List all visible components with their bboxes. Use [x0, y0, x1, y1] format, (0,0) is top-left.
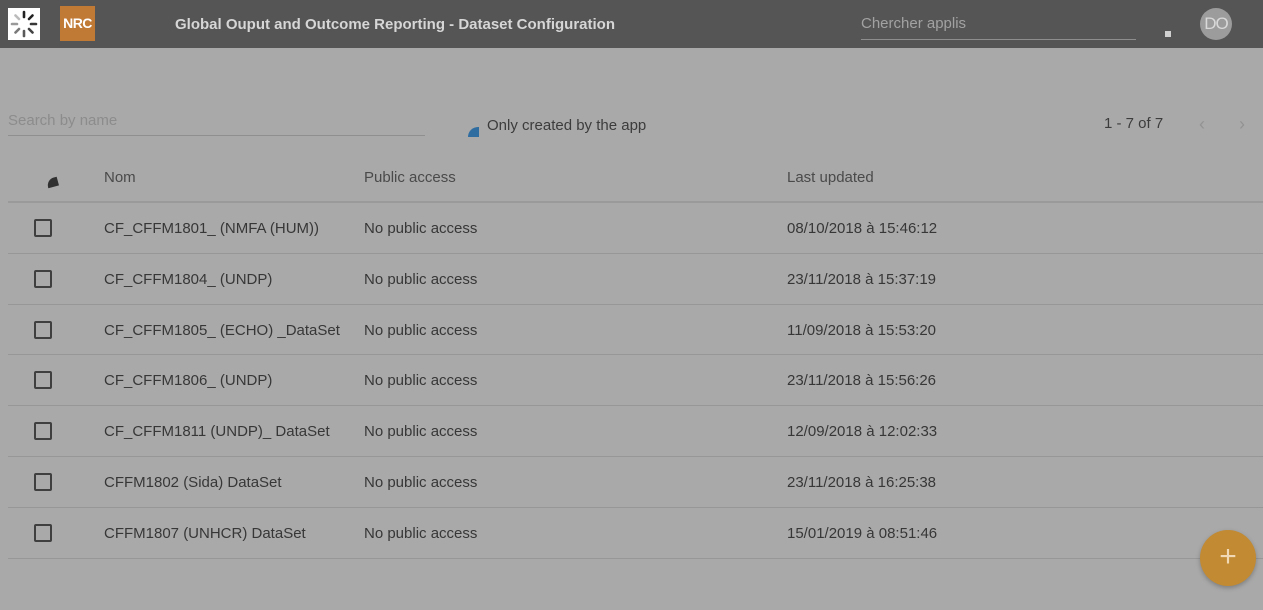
add-dataset-button[interactable]: +: [1200, 530, 1256, 586]
table-row[interactable]: CF_CFFM1804_ (UNDP) No public access 23/…: [8, 254, 1263, 305]
row-checkbox[interactable]: [34, 320, 52, 339]
search-by-name-input[interactable]: [8, 106, 425, 136]
dataset-table: Nom Public access Last updated CF_CFFM18…: [8, 160, 1263, 559]
add-icon: +: [1219, 540, 1237, 573]
cell-last-updated: 23/11/2018 à 16:25:38: [787, 473, 937, 491]
cell-last-updated: 23/11/2018 à 15:56:26: [787, 372, 937, 390]
cell-name: CFFM1807 (UNHCR) DataSet: [104, 524, 306, 542]
table-row[interactable]: CF_CFFM1806_ (UNDP) No public access 23/…: [8, 355, 1263, 407]
cell-name: CF_CFFM1811 (UNDP)_ DataSet: [104, 423, 330, 441]
cell-name: CFFM1802 (Sida) DataSet: [104, 473, 282, 491]
toggle-icon[interactable]: [468, 127, 479, 137]
cell-public-access: No public access: [364, 270, 478, 288]
chevron-right-icon[interactable]: ›: [1233, 114, 1251, 134]
nrc-logo[interactable]: NRC: [60, 6, 95, 41]
table-row[interactable]: CFFM1807 (UNHCR) DataSet No public acces…: [8, 508, 1263, 559]
cell-name: CF_CFFM1801_ (NMFA (HUM)): [104, 220, 320, 237]
cell-last-updated: 23/11/2018 à 15:37:19: [787, 270, 937, 288]
cell-name: CF_CFFM1805_ (ECHO) _DataSet: [104, 321, 340, 339]
cell-public-access: No public access: [364, 220, 478, 237]
table-row[interactable]: CF_CFFM1801_ (NMFA (HUM)) No public acce…: [8, 203, 1263, 254]
cell-last-updated: 11/09/2018 à 15:53:20: [787, 321, 937, 339]
column-header-name[interactable]: Nom: [104, 169, 136, 186]
chevron-left-icon[interactable]: ‹: [1193, 114, 1211, 134]
row-checkbox[interactable]: [34, 472, 52, 491]
cell-public-access: No public access: [364, 473, 478, 491]
cell-last-updated: 08/10/2018 à 15:46:12: [787, 220, 938, 237]
table-row[interactable]: CFFM1802 (Sida) DataSet No public access…: [8, 457, 1263, 508]
row-checkbox[interactable]: [34, 422, 52, 441]
row-checkbox[interactable]: [34, 523, 52, 542]
user-avatar[interactable]: DO: [1200, 8, 1232, 40]
row-checkbox[interactable]: [34, 269, 52, 288]
only-created-by-app-toggle[interactable]: Only created by the app: [487, 117, 646, 134]
app-title: Global Ouput and Outcome Reporting - Dat…: [175, 16, 615, 33]
table-header: Nom Public access Last updated: [8, 160, 1263, 203]
table-row[interactable]: CF_CFFM1811 (UNDP)_ DataSet No public ac…: [8, 406, 1263, 457]
pagination-label: 1 - 7 of 7: [1104, 115, 1164, 132]
table-row[interactable]: CF_CFFM1805_ (ECHO) _DataSet No public a…: [8, 305, 1263, 356]
cell-public-access: No public access: [364, 423, 478, 441]
cell-name: CF_CFFM1804_ (UNDP): [104, 270, 273, 288]
loading-spinner-icon: [8, 8, 40, 40]
app-header: NRC Global Ouput and Outcome Reporting -…: [0, 0, 1263, 48]
cell-last-updated: 15/01/2019 à 08:51:46: [787, 524, 938, 542]
apps-icon[interactable]: [1165, 31, 1171, 37]
app-search-input[interactable]: [861, 12, 1136, 40]
sort-icon[interactable]: [46, 176, 59, 189]
cell-public-access: No public access: [364, 524, 478, 542]
column-header-last-updated[interactable]: Last updated: [787, 169, 874, 186]
row-checkbox[interactable]: [34, 219, 52, 237]
row-checkbox[interactable]: [34, 371, 52, 390]
cell-public-access: No public access: [364, 321, 478, 339]
cell-name: CF_CFFM1806_ (UNDP): [104, 372, 273, 390]
column-header-public-access[interactable]: Public access: [364, 169, 456, 186]
cell-last-updated: 12/09/2018 à 12:02:33: [787, 423, 938, 441]
cell-public-access: No public access: [364, 372, 478, 390]
